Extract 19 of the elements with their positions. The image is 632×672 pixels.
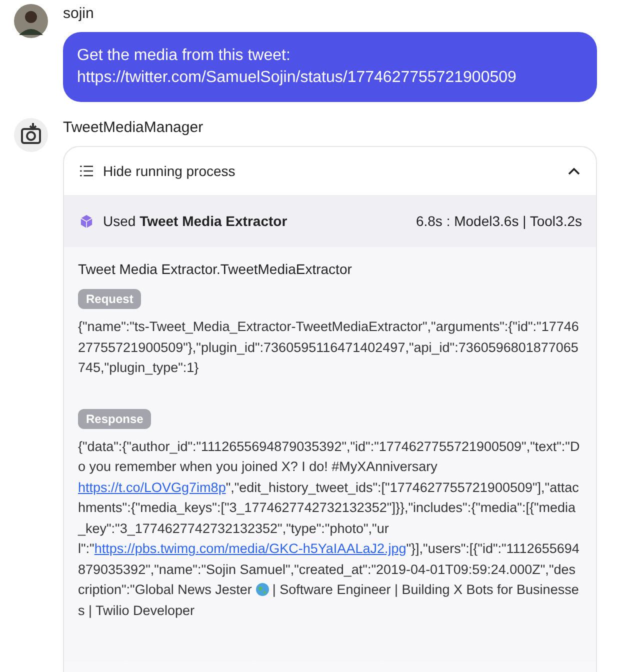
user-avatar	[14, 4, 48, 38]
url-link[interactable]: https://pbs.twimg.com/media/GKC-h5YaIAALaJ2.jpg	[94, 541, 406, 556]
chevron-icon	[568, 167, 580, 175]
url-link[interactable]: https://t.co/LOVGg7im8p	[78, 480, 226, 494]
request-json: {"name":"ts-Tweet_Media_Extractor-TweetMediaExtractor","arguments":{"id":"1774627755721900509"},"plugin_id":7360595116471402497,"api_id":7360596801877065745,"plugin_type":1}	[78, 318, 580, 377]
hide-process-toggle[interactable]: Hide running process	[64, 147, 596, 195]
tool-used-label: Used Tweet Media Extractor	[103, 213, 288, 229]
camera-icon	[14, 118, 48, 152]
sender-name: TweetMediaManager	[63, 118, 204, 138]
section-tag: Request	[78, 289, 142, 309]
message-bubble: Get the media from this tweet: https://twitter.com/SamuelSojin/status/1774627755721900509	[63, 32, 597, 102]
call-name: Tweet Media Extractor.TweetMediaExtractor	[78, 260, 352, 279]
response-json: {"data":{"author_id":"1112655694879035392","id":"1774627755721900509","text":"Do you remember when you joined X? I do! #MyXAnniversary https://t.co/LOVGg7im8p","edit_history_tweet_ids":["1774627755721900509"],"attachments":{"media_keys":["3_1774627742732132352"]}},"includes":{"media":[{"media_key":"3_1774627742732132352","type":"photo","url":"https://pbs.twimg.com/media/GKC-h5YaIAALaJ2.jpg"}],"users":[{"id":"1112655694879035392","name":"Sojin Samuel","created_at":"2019-04-01T09:59:24.000Z","description":"Global News Jester | Software Engineer | Building X Bots for Businesses | Twilio Developer	[78, 438, 581, 620]
timing-label: 6.8s : Model3.6s | Tool3.2s	[416, 213, 582, 229]
list-icon	[80, 165, 93, 177]
section-tag: Response	[78, 408, 152, 428]
sender-name: sojin	[63, 4, 94, 24]
globe-icon	[256, 583, 269, 596]
cube-icon	[80, 214, 93, 228]
